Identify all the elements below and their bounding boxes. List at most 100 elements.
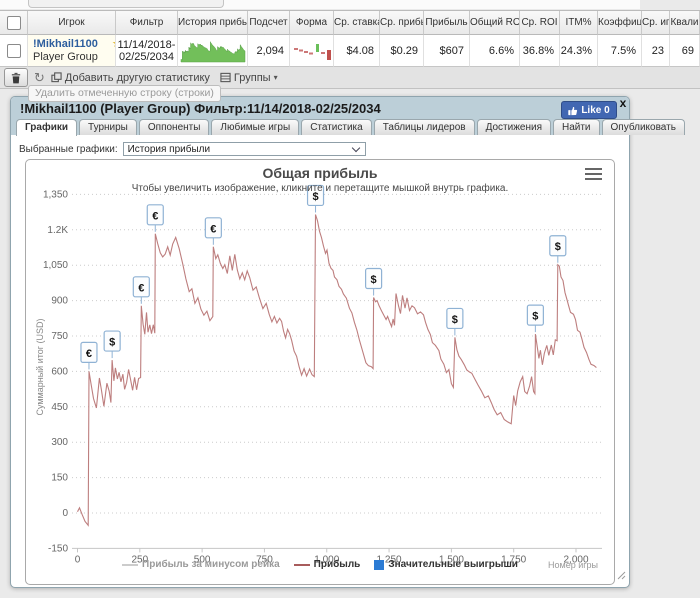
graph-select[interactable]: История прибыли: [122, 142, 366, 156]
svg-text:$: $: [532, 311, 538, 323]
avg-stake-cell: $4.08: [334, 35, 380, 67]
column-header[interactable]: Фильтр: [116, 11, 178, 35]
add-statistic-button[interactable]: Добавить другую статистику: [51, 72, 210, 84]
legend-item[interactable]: Прибыль за минусом рейка: [122, 559, 280, 570]
svg-text:$: $: [555, 241, 561, 253]
svg-text:-150: -150: [48, 543, 68, 554]
row-select-cell: [0, 35, 28, 67]
tab-статистика[interactable]: Статистика: [301, 119, 372, 135]
itm-cell: 24.3%: [560, 35, 598, 67]
svg-text:€: €: [138, 282, 144, 294]
column-header[interactable]: Ср. ROI: [520, 11, 560, 35]
row-checkbox[interactable]: [6, 43, 21, 58]
profit-chart[interactable]: Общая прибыль Чтобы увеличить изображени…: [25, 159, 615, 585]
column-header[interactable]: Форма: [290, 11, 334, 35]
legend-item[interactable]: Прибыль: [293, 559, 360, 570]
panel-title: !Mikhail1100 (Player Group) Фильтр:11/14…: [20, 101, 381, 116]
graph-selector-row: Выбранные графики: История прибыли: [19, 142, 366, 156]
coefficient-cell: 7.5%: [598, 35, 642, 67]
qualify-cell: 69: [670, 35, 700, 67]
app-root: { "table": { "columns": ["", "Игрок", "Ф…: [0, 0, 700, 598]
avg-profit-cell: $0.29: [380, 35, 424, 67]
avg-games-cell: 23: [642, 35, 670, 67]
groups-caret-icon: ▾: [273, 73, 278, 82]
player-group-label: Player Group: [33, 51, 98, 63]
table-header-row: Игрок Фильтр История прибы Подсчет Форма Ср. …: [0, 11, 700, 35]
y-axis-title: Суммарный итог (USD): [35, 318, 45, 416]
select-all-cell: [0, 11, 28, 35]
svg-text:900: 900: [51, 296, 68, 307]
svg-text:€: €: [86, 348, 92, 360]
svg-text:€: €: [152, 210, 158, 222]
groups-dropdown[interactable]: Группы ▾: [220, 72, 278, 84]
column-header[interactable]: ITM%: [560, 11, 598, 35]
like-button[interactable]: Like 0: [561, 101, 617, 119]
chart-menu-icon[interactable]: [585, 168, 602, 180]
count-cell: 2,094: [248, 35, 290, 67]
tab-достижения[interactable]: Достижения: [476, 119, 551, 135]
column-header[interactable]: Ср. иг: [642, 11, 670, 35]
column-header[interactable]: Подсчет: [248, 11, 290, 35]
trash-icon: [11, 72, 21, 83]
profit-cell: $607: [424, 35, 470, 67]
column-header[interactable]: Ср. ставка: [334, 11, 380, 35]
graph-selector-label: Выбранные графики:: [19, 143, 118, 155]
legend-line-swatch: [293, 563, 310, 566]
svg-text:150: 150: [51, 473, 68, 484]
form-sparkline-icon: [293, 43, 331, 60]
column-header[interactable]: Прибыль: [424, 11, 470, 35]
form-cell: [290, 35, 334, 67]
legend-line-swatch: [122, 563, 139, 566]
delete-row-tooltip: Удалить отмеченную строку (строки): [28, 85, 221, 102]
players-table: Игрок Фильтр История прибы Подсчет Форма Ср. …: [0, 10, 700, 89]
total-roi-cell: 6.6%: [470, 35, 520, 67]
panel-tabs: Графики Турниры Оппоненты Любимые игры Стати…: [16, 119, 685, 136]
chart-subtitle: Чтобы увеличить изображение, кликните и …: [131, 183, 509, 194]
tab-опубликовать[interactable]: Опубликовать: [601, 119, 685, 135]
profit-history-cell[interactable]: [178, 35, 248, 67]
tab-любимые-игры[interactable]: Любимые игры: [211, 119, 300, 135]
tab-найти[interactable]: Найти: [552, 119, 600, 135]
chevron-down-icon: [351, 143, 360, 152]
svg-text:$: $: [371, 274, 377, 286]
close-icon[interactable]: x: [617, 96, 629, 110]
column-header[interactable]: Игрок: [28, 11, 116, 35]
top-window-remnant: [28, 0, 224, 8]
legend-square-swatch: [374, 559, 385, 570]
svg-text:300: 300: [51, 437, 68, 448]
tab-графики[interactable]: Графики: [16, 119, 78, 136]
svg-text:$: $: [109, 337, 115, 349]
column-header[interactable]: Квали: [670, 11, 700, 35]
svg-text:450: 450: [51, 402, 68, 413]
table-row[interactable]: !Mikhail1100★ Player Group 11/14/2018-02…: [0, 35, 700, 67]
tab-оппоненты[interactable]: Оппоненты: [138, 119, 210, 135]
legend-item[interactable]: Значительные выигрыши: [374, 559, 518, 570]
svg-text:$: $: [452, 314, 458, 326]
player-detail-panel: !Mikhail1100 (Player Group) Фильтр:11/14…: [10, 96, 685, 588]
refresh-icon[interactable]: ↻: [34, 71, 45, 84]
svg-text:1,050: 1,050: [43, 260, 68, 271]
delete-row-button[interactable]: [4, 68, 28, 87]
player-link[interactable]: !Mikhail1100: [33, 38, 98, 50]
chart-title: Общая прибыль: [262, 165, 378, 181]
column-header[interactable]: Общий ROI: [470, 11, 520, 35]
select-all-checkbox[interactable]: [6, 16, 21, 30]
svg-text:€: €: [210, 223, 216, 235]
chart-plot-area[interactable]: -15001503004506007509001,0501.2K1,3500 25…: [26, 160, 614, 584]
column-header[interactable]: Коэффици: [598, 11, 642, 35]
x-axis-title: Номер игры: [548, 560, 598, 570]
resize-handle-icon[interactable]: [617, 567, 626, 585]
svg-text:0: 0: [62, 508, 68, 519]
add-statistic-icon: [51, 72, 62, 83]
filter-cell: 11/14/2018- 02/25/2034: [116, 35, 178, 67]
tab-турниры[interactable]: Турниры: [79, 119, 137, 135]
chart-legend: Прибыль за минусом рейка Прибыль Значитель…: [26, 559, 614, 570]
svg-text:600: 600: [51, 366, 68, 377]
svg-text:750: 750: [51, 331, 68, 342]
column-header[interactable]: Ср. прибы.: [380, 11, 424, 35]
groups-icon: [220, 72, 231, 83]
svg-text:1.2K: 1.2K: [47, 225, 68, 236]
avg-roi-cell: 36.8%: [520, 35, 560, 67]
tab-таблицы-лидеров[interactable]: Таблицы лидеров: [373, 119, 475, 135]
column-header[interactable]: История прибы: [178, 11, 248, 35]
